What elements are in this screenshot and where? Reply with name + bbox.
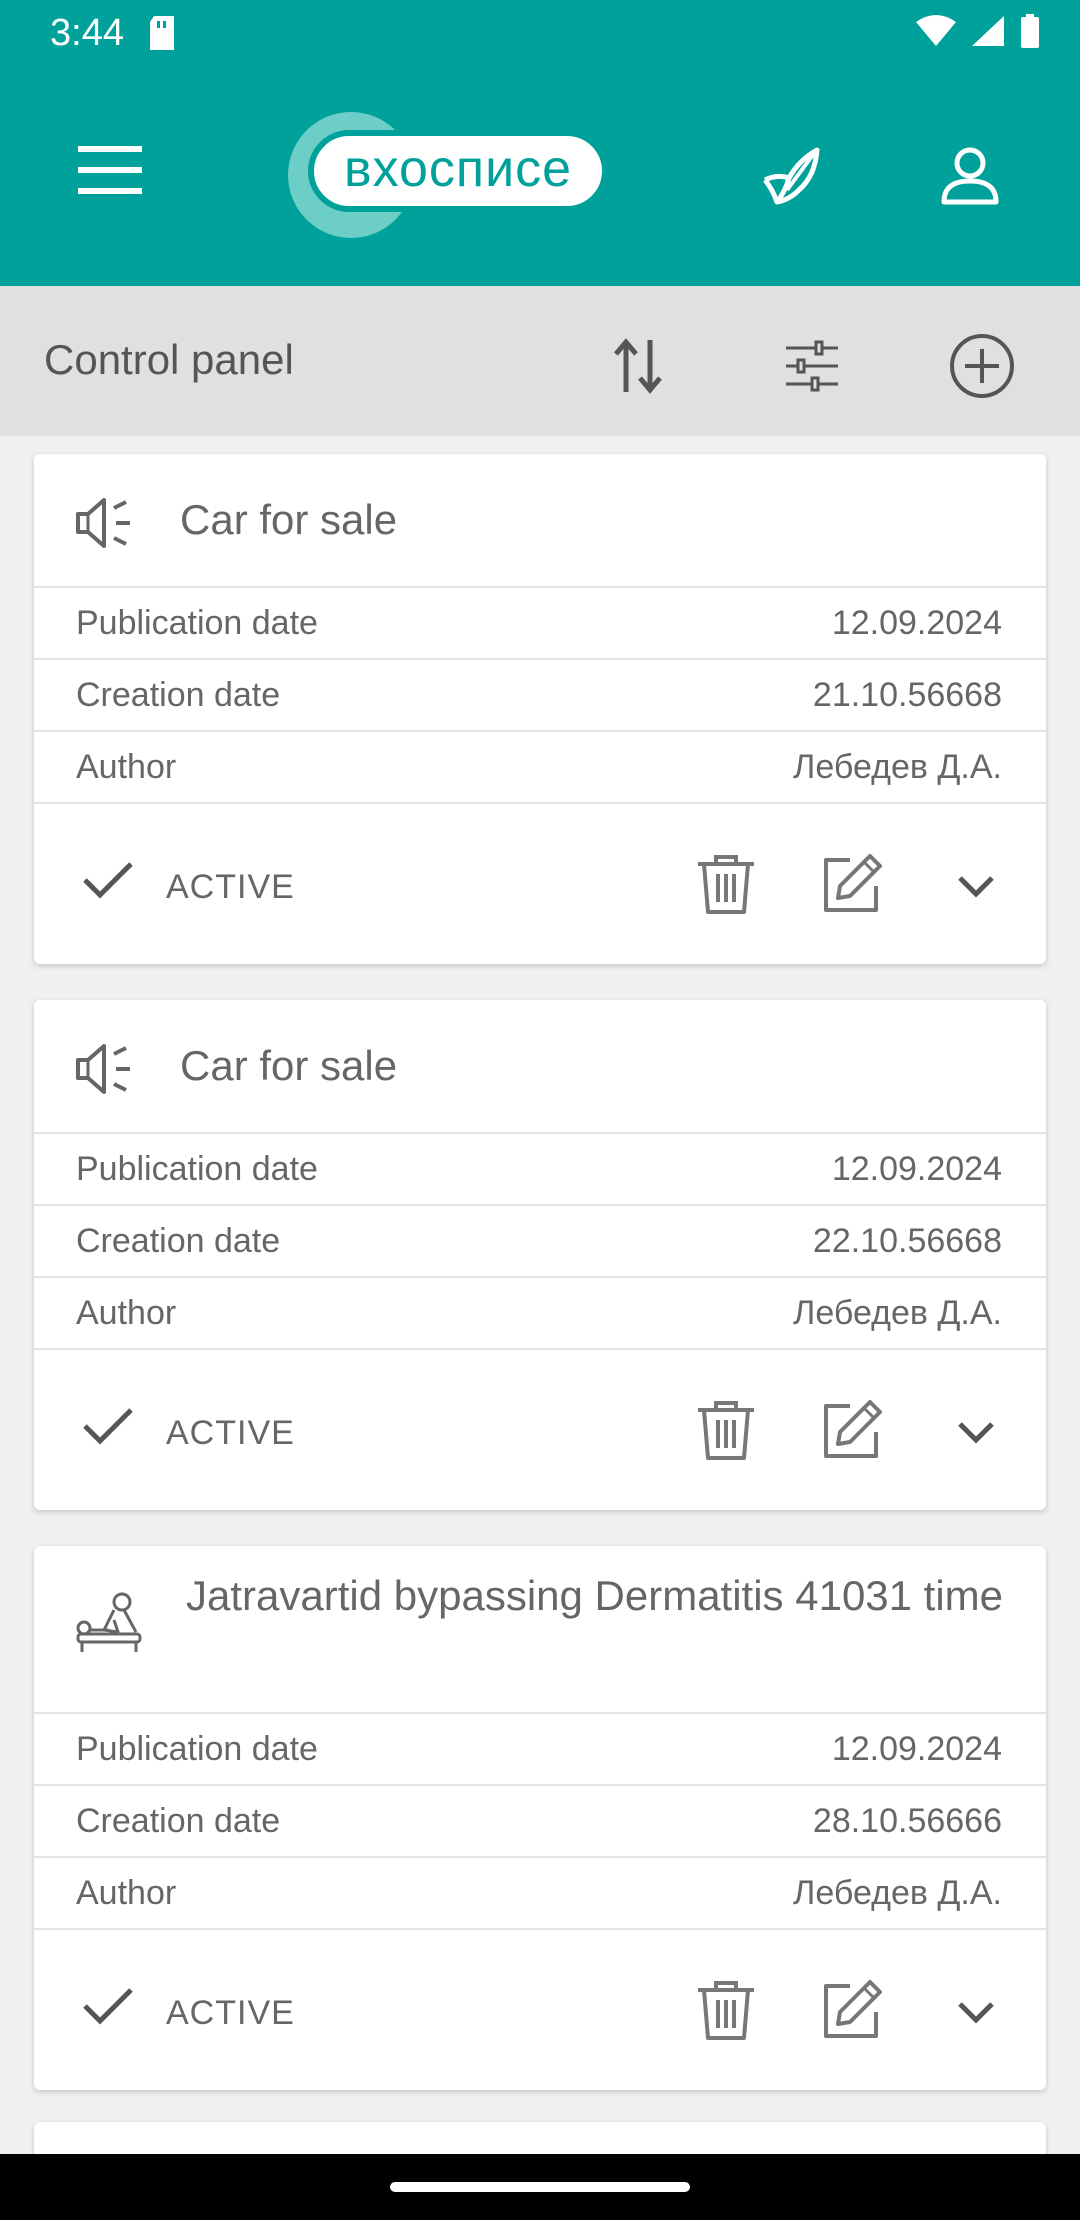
info-row: Author Лебедев Д.А.	[34, 1278, 1046, 1350]
delete-button[interactable]	[694, 1398, 758, 1462]
expand-button[interactable]	[954, 864, 998, 908]
add-circle-icon	[950, 334, 1014, 398]
card-header: Car for sale	[34, 454, 1046, 588]
sd-card-icon	[148, 16, 176, 55]
hamburger-icon	[78, 146, 142, 194]
row-value: 21.10.56668	[812, 676, 1002, 714]
leaf-icon	[763, 147, 820, 205]
system-nav-bar	[0, 2154, 1080, 2220]
card-title: Car for sale	[180, 496, 398, 543]
row-label: Creation date	[76, 676, 281, 714]
battery-icon	[1020, 14, 1040, 53]
chevron-down-icon	[958, 2002, 994, 2024]
row-value: Лебедев Д.А.	[793, 1874, 1002, 1912]
chevron-down-icon	[958, 1422, 994, 1444]
status-label: ACTIVE	[166, 868, 295, 906]
edit-button[interactable]	[820, 1978, 884, 2042]
app-bar: вхосписе	[0, 70, 1080, 286]
sort-button[interactable]	[598, 326, 678, 406]
announcement-card[interactable]: Car for sale Publication date 12.09.2024…	[34, 1000, 1046, 1510]
control-panel-bar: Control panel	[0, 286, 1080, 436]
row-label: Publication date	[76, 1150, 318, 1188]
row-value: 12.09.2024	[831, 1150, 1002, 1188]
edit-button[interactable]	[820, 1398, 884, 1462]
massage-icon	[74, 1590, 142, 1661]
status-icons	[916, 14, 1040, 53]
announcement-card[interactable]: Jatravartid bypassing Dermatitis 41031 t…	[34, 1546, 1046, 2090]
megaphone-icon	[74, 496, 136, 555]
status-bar: 3:44	[0, 0, 1080, 70]
trash-icon	[698, 1401, 754, 1460]
info-row: Publication date 12.09.2024	[34, 588, 1046, 660]
card-footer: ACTIVE	[34, 804, 1046, 964]
card-title: Jatravartid bypassing Dermatitis 41031 t…	[186, 1572, 1004, 1619]
logo-text: вхосписе	[343, 140, 573, 198]
edit-button[interactable]	[820, 852, 884, 916]
top-app-area: 3:44 вхосписе	[0, 0, 1080, 286]
row-label: Author	[76, 1294, 177, 1332]
row-value: Лебедев Д.А.	[793, 748, 1002, 786]
megaphone-icon	[74, 1042, 136, 1101]
info-row: Creation date 28.10.56666	[34, 1786, 1046, 1858]
card-footer: ACTIVE	[34, 1350, 1046, 1510]
info-row: Creation date 22.10.56668	[34, 1206, 1046, 1278]
row-value: 22.10.56668	[812, 1222, 1002, 1260]
info-row: Author Лебедев Д.А.	[34, 732, 1046, 804]
menu-button[interactable]	[70, 130, 150, 210]
info-row: Author Лебедев Д.А.	[34, 1858, 1046, 1930]
status-label: ACTIVE	[166, 1414, 295, 1452]
filter-button[interactable]	[772, 326, 852, 406]
row-value: 12.09.2024	[831, 1730, 1002, 1768]
check-icon	[82, 1986, 134, 2031]
user-icon	[941, 147, 999, 205]
announcement-card[interactable]: Car for sale Publication date 12.09.2024…	[34, 454, 1046, 964]
filter-sliders-icon	[786, 340, 838, 392]
app-logo[interactable]: вхосписе	[288, 112, 618, 238]
row-label: Creation date	[76, 1222, 281, 1260]
control-panel-title: Control panel	[44, 336, 294, 383]
profile-button[interactable]	[930, 136, 1010, 216]
edit-icon	[824, 1980, 882, 2038]
trash-icon	[698, 855, 754, 914]
info-row: Publication date 12.09.2024	[34, 1714, 1046, 1786]
card-footer: ACTIVE	[34, 1930, 1046, 2090]
signal-icon	[970, 14, 1006, 53]
logo-pill: вхосписе	[308, 130, 608, 212]
status-time: 3:44	[50, 12, 124, 54]
sort-icon	[614, 338, 662, 394]
delete-button[interactable]	[694, 852, 758, 916]
card-title: Car for sale	[180, 1042, 398, 1089]
expand-button[interactable]	[954, 1990, 998, 2034]
chevron-down-icon	[958, 876, 994, 898]
info-row: Creation date 21.10.56668	[34, 660, 1046, 732]
row-value: 12.09.2024	[831, 604, 1002, 642]
trash-icon	[698, 1981, 754, 2040]
card-list[interactable]: Car for sale Publication date 12.09.2024…	[0, 436, 1080, 2154]
status-label: ACTIVE	[166, 1994, 295, 2032]
card-header: Jatravartid bypassing Dermatitis 41031 t…	[34, 1546, 1046, 1714]
home-gesture-handle[interactable]	[390, 2182, 690, 2192]
row-value: Лебедев Д.А.	[793, 1294, 1002, 1332]
edit-icon	[824, 854, 882, 912]
check-icon	[82, 860, 134, 905]
card-header: Car for sale	[34, 1000, 1046, 1134]
expand-button[interactable]	[954, 1410, 998, 1454]
row-label: Publication date	[76, 1730, 318, 1768]
edit-icon	[824, 1400, 882, 1458]
add-button[interactable]	[942, 326, 1022, 406]
check-icon	[82, 1406, 134, 1451]
row-label: Publication date	[76, 604, 318, 642]
wifi-icon	[916, 14, 956, 53]
row-label: Author	[76, 748, 177, 786]
info-row: Publication date 12.09.2024	[34, 1134, 1046, 1206]
delete-button[interactable]	[694, 1978, 758, 2042]
row-value: 28.10.56666	[812, 1802, 1002, 1840]
leaf-button[interactable]	[752, 136, 832, 216]
announcement-card[interactable]	[34, 2122, 1046, 2154]
row-label: Author	[76, 1874, 177, 1912]
row-label: Creation date	[76, 1802, 281, 1840]
